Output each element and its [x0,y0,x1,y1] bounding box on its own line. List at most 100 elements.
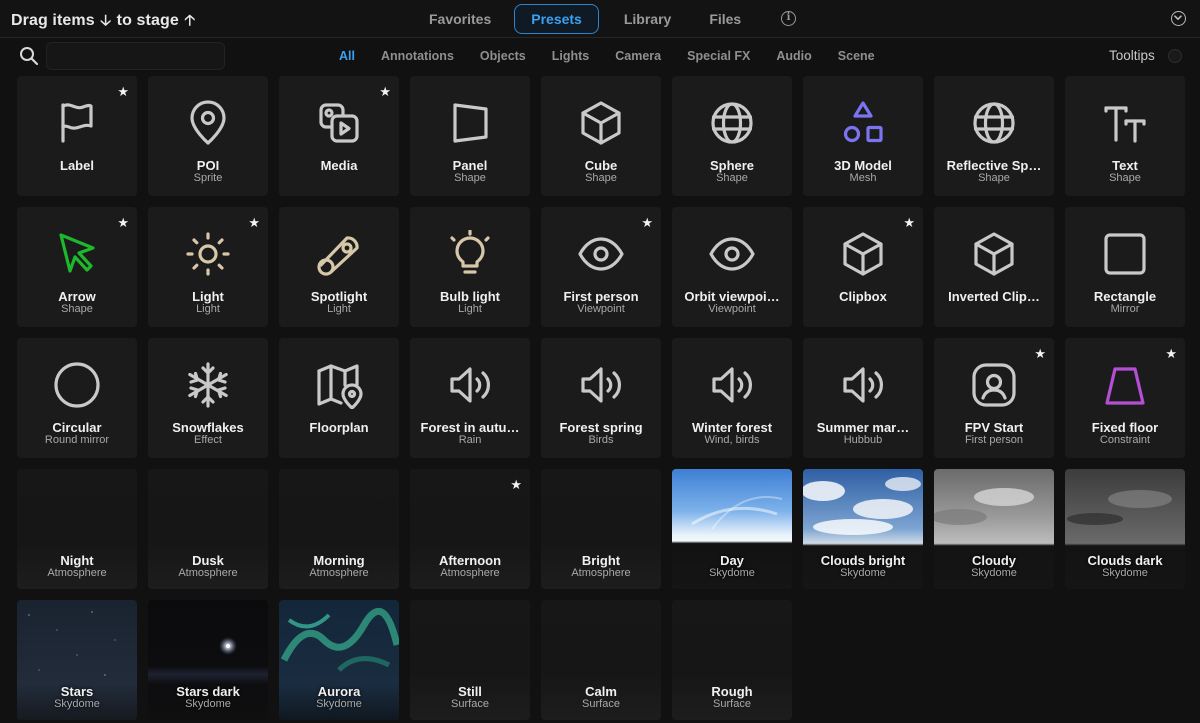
preset-card[interactable]: Sphere Shape [672,76,792,196]
preset-type: Surface [451,698,489,710]
preset-card[interactable]: Stars dark Skydome [148,600,268,720]
favorite-star-icon[interactable]: ★ [117,216,129,229]
preset-name: Floorplan [309,420,369,435]
preset-card[interactable]: Rough Surface [672,600,792,720]
preset-type: Shape [454,172,486,184]
preset-type: Sprite [193,172,223,184]
preset-card[interactable]: Clouds bright Skydome [803,469,923,589]
preset-card[interactable]: Winter forest Wind, birds [672,338,792,458]
preset-card[interactable]: ★ First person Viewpoint [541,207,661,327]
preset-name: Winter forest [691,420,773,435]
preset-card[interactable]: Rectangle Mirror [1065,207,1185,327]
preset-card[interactable]: ★ Label [17,76,137,196]
preset-card[interactable]: Snowflakes Effect [148,338,268,458]
search-icon[interactable] [19,46,39,66]
preset-card[interactable]: Bright Atmosphere [541,469,661,589]
preset-type: Effect [194,434,222,446]
tab-presets[interactable]: Presets [514,4,599,34]
preset-name: Sphere [709,158,755,173]
globe-icon [708,99,756,147]
snowflake-icon [184,361,232,409]
preset-card[interactable]: Circular Round mirror [17,338,137,458]
preset-card[interactable]: ★ Media [279,76,399,196]
preset-name: Rectangle [1093,289,1157,304]
filter-camera[interactable]: Camera [602,46,674,66]
preset-card[interactable]: Day Skydome [672,469,792,589]
tooltips-toggle[interactable] [1168,49,1182,63]
preset-card[interactable]: ★ Afternoon Atmosphere [410,469,530,589]
favorite-star-icon[interactable]: ★ [903,216,915,229]
preset-card[interactable]: Forest in autu… Rain [410,338,530,458]
preset-name: Arrow [58,289,96,304]
preset-card[interactable]: Calm Surface [541,600,661,720]
tab-library[interactable]: Library [607,4,688,34]
favorite-star-icon[interactable]: ★ [1165,347,1177,360]
filter-special-fx[interactable]: Special FX [674,46,763,66]
chevron-down-icon[interactable] [1171,11,1186,26]
preset-type: Skydome [54,698,100,710]
preset-card[interactable]: ★ FPV Start First person [934,338,1054,458]
preset-card[interactable]: Forest spring Birds [541,338,661,458]
filter-annotations[interactable]: Annotations [368,46,467,66]
preset-card[interactable]: Floorplan [279,338,399,458]
preset-card[interactable]: Bulb light Light [410,207,530,327]
flag-icon [53,99,101,147]
preset-type: Surface [582,698,620,710]
preset-card[interactable]: Summer mar… Hubbub [803,338,923,458]
preset-type: Wind, birds [704,434,760,446]
bulb-icon [446,229,494,278]
preset-card[interactable]: Night Atmosphere [17,469,137,589]
preset-name: Cube [584,158,618,173]
preset-type: Rain [458,434,482,446]
favorite-star-icon[interactable]: ★ [510,478,522,491]
favorite-star-icon[interactable]: ★ [248,216,260,229]
preset-name: Afternoon [438,553,502,568]
search-input[interactable] [46,42,225,70]
favorite-star-icon[interactable]: ★ [641,216,653,229]
map-icon [315,361,363,410]
preset-card[interactable]: ★ Light Light [148,207,268,327]
preset-type: Round mirror [44,434,110,446]
preset-name: Calm [585,684,617,699]
preset-card[interactable]: Morning Atmosphere [279,469,399,589]
preset-name: Clouds bright [820,553,906,568]
preset-card[interactable]: ★ Clipbox [803,207,923,327]
filter-objects[interactable]: Objects [467,46,539,66]
preset-card[interactable]: 3D Model Mesh [803,76,923,196]
preset-card[interactable]: Text Shape [1065,76,1185,196]
preset-card[interactable]: Cloudy Skydome [934,469,1054,589]
preset-card[interactable]: Cube Shape [541,76,661,196]
filter-bar: All Annotations Objects Lights Camera Sp… [326,46,888,66]
eye-icon [577,230,625,278]
favorite-star-icon[interactable]: ★ [379,85,391,98]
favorite-star-icon[interactable]: ★ [1034,347,1046,360]
preset-card[interactable]: ★ Fixed floor Constraint [1065,338,1185,458]
filter-all[interactable]: All [326,46,368,66]
preset-card[interactable]: Aurora Skydome [279,600,399,720]
info-icon[interactable]: i [781,11,796,26]
preset-name: POI [196,158,220,173]
filter-audio[interactable]: Audio [763,46,824,66]
preset-name: Reflective Sp… [946,158,1042,173]
preset-name: Bulb light [440,289,500,304]
cube-icon [839,230,887,278]
preset-card[interactable]: Reflective Sp… Shape [934,76,1054,196]
preset-card[interactable]: Dusk Atmosphere [148,469,268,589]
preset-card[interactable]: Still Surface [410,600,530,720]
preset-card[interactable]: Spotlight Light [279,207,399,327]
preset-card[interactable]: Stars Skydome [17,600,137,720]
preset-name: Label [60,158,94,173]
preset-card[interactable]: Clouds dark Skydome [1065,469,1185,589]
tab-favorites[interactable]: Favorites [412,4,508,34]
favorite-star-icon[interactable]: ★ [117,85,129,98]
preset-card[interactable]: ★ Arrow Shape [17,207,137,327]
filter-lights[interactable]: Lights [539,46,603,66]
preset-name: Forest in autu… [420,420,520,435]
preset-card[interactable]: POI Sprite [148,76,268,196]
preset-card[interactable]: Orbit viewpoi… Viewpoint [672,207,792,327]
preset-card[interactable]: Inverted Clip… [934,207,1054,327]
tab-files[interactable]: Files [692,4,758,34]
filter-scene[interactable]: Scene [825,46,888,66]
preset-card[interactable]: Panel Shape [410,76,530,196]
speaker-icon [839,361,887,409]
